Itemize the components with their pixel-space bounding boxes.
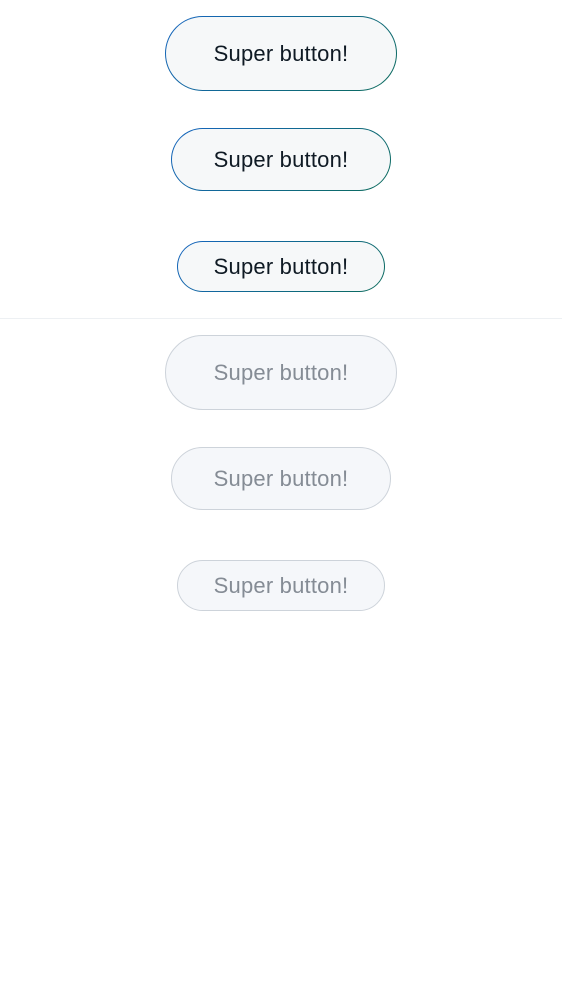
super-button-medium[interactable]: Super button! xyxy=(171,128,391,191)
super-button-large-disabled: Super button! xyxy=(165,335,397,410)
super-button-small-disabled: Super button! xyxy=(177,560,385,611)
enabled-buttons-section: Super button! Super button! Super button… xyxy=(0,0,562,319)
disabled-buttons-section: Super button! Super button! Super button… xyxy=(0,319,562,611)
super-button-medium-disabled: Super button! xyxy=(171,447,391,510)
super-button-small[interactable]: Super button! xyxy=(177,241,385,292)
super-button-large[interactable]: Super button! xyxy=(165,16,397,91)
